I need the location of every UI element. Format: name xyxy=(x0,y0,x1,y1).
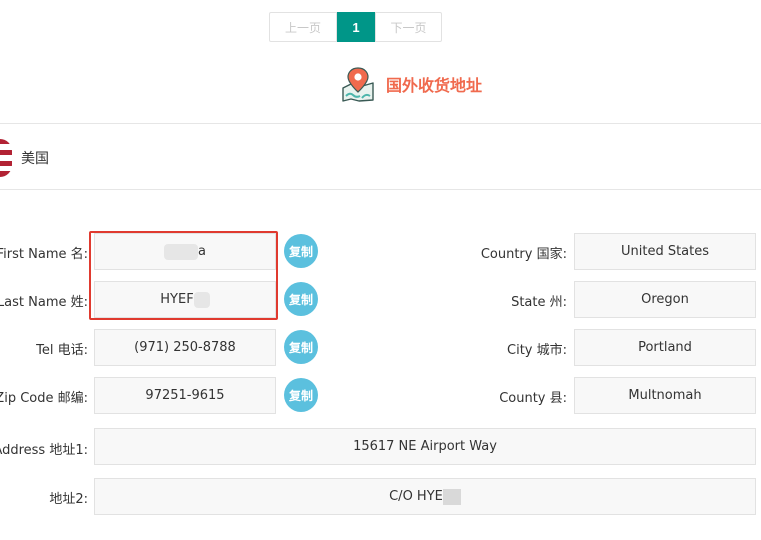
section-heading: 国外收货地址 xyxy=(340,66,482,102)
current-page-button[interactable]: 1 xyxy=(337,12,375,42)
prev-page-button[interactable]: 上一页 xyxy=(269,12,337,42)
city-label: City 城市: xyxy=(507,343,567,358)
county-label: County 县: xyxy=(499,391,567,406)
copy-last-name-button[interactable]: 复制 xyxy=(284,282,318,316)
address1-label: Address 地址1: xyxy=(0,443,88,458)
zip-code-label: Zip Code 邮编: xyxy=(0,391,88,406)
tel-field[interactable]: (971) 250-8788 xyxy=(94,329,276,366)
country-name: 美国 xyxy=(21,151,49,167)
country-label: Country 国家: xyxy=(480,247,567,262)
address1-field[interactable]: 15617 NE Airport Way xyxy=(94,428,756,465)
county-field[interactable]: Multnomah xyxy=(574,377,756,414)
copy-zip-code-button[interactable]: 复制 xyxy=(284,378,318,412)
first-name-label: First Name 名: xyxy=(0,247,88,262)
us-flag-icon xyxy=(0,139,12,177)
map-pin-icon xyxy=(342,67,374,102)
page-title: 国外收货地址 xyxy=(386,76,483,95)
state-field[interactable]: Oregon xyxy=(574,281,756,318)
divider xyxy=(0,123,761,124)
address2-field[interactable]: C/O HYE xyxy=(94,478,756,515)
pagination: 上一页 1 下一页 xyxy=(269,12,442,42)
address2-label: 地址2: xyxy=(49,492,88,507)
copy-first-name-button[interactable]: 复制 xyxy=(284,234,318,268)
city-field[interactable]: Portland xyxy=(574,329,756,366)
last-name-label: Last Name 姓: xyxy=(0,295,88,310)
country-field[interactable]: United States xyxy=(574,233,756,270)
country-header: 美国 xyxy=(0,138,49,178)
state-label: State 州: xyxy=(511,295,567,310)
copy-tel-button[interactable]: 复制 xyxy=(284,330,318,364)
redacted-blur xyxy=(442,488,461,505)
zip-code-field[interactable]: 97251-9615 xyxy=(94,377,276,414)
tel-label: Tel 电话: xyxy=(36,343,88,358)
divider xyxy=(0,189,761,190)
next-page-button[interactable]: 下一页 xyxy=(375,12,442,42)
highlight-box xyxy=(89,231,278,320)
